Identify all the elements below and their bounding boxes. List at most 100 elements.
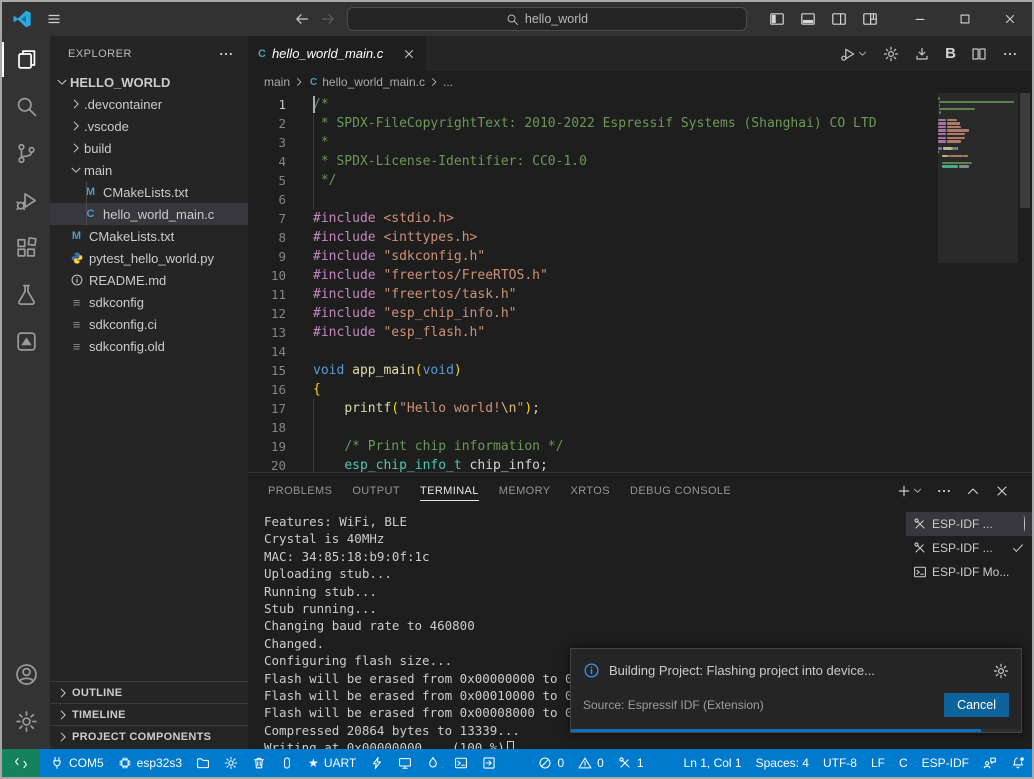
- tree-file-sdkconfig-old[interactable]: ≡sdkconfig.old: [50, 335, 248, 357]
- idf-build-button[interactable]: B: [945, 45, 956, 62]
- close-window-button[interactable]: [987, 12, 1032, 26]
- activity-run-and-debug[interactable]: [2, 177, 50, 224]
- panel-tab-terminal[interactable]: TERMINAL: [410, 473, 489, 508]
- status-problems-errors[interactable]: 0: [531, 749, 571, 777]
- activity-search[interactable]: [2, 83, 50, 130]
- code-line-8: 8#include <inttypes.h>: [248, 228, 1032, 247]
- breadcrumb-item[interactable]: hello_world_main.c: [322, 75, 425, 89]
- new-terminal-button[interactable]: [896, 483, 923, 499]
- toggle-panel-button[interactable]: [792, 11, 823, 27]
- serial-port-icon: [50, 756, 64, 770]
- section-outline[interactable]: OUTLINE: [50, 681, 248, 703]
- panel-tab-memory[interactable]: MEMORY: [489, 473, 561, 508]
- line-number: 12: [248, 304, 286, 323]
- activity-esp-idf-explorer[interactable]: [2, 318, 50, 365]
- activity-testing[interactable]: [2, 271, 50, 318]
- toggle-secondary-sidebar-button[interactable]: [823, 11, 854, 27]
- status-cursor-position[interactable]: Ln 1, Col 1: [677, 749, 749, 777]
- terminal-list-item[interactable]: ESP-IDF ...: [906, 512, 1032, 536]
- tree-file-cmakelists-txt[interactable]: MCMakeLists.txt: [50, 181, 248, 203]
- tree-file-hello-world-main-c[interactable]: Chello_world_main.c: [50, 203, 248, 225]
- tab-hello-world-main[interactable]: C hello_world_main.c: [248, 36, 426, 71]
- maximize-panel-button[interactable]: [965, 483, 981, 499]
- code-line-7: 7#include <stdio.h>: [248, 209, 1032, 228]
- indent-guide: [313, 152, 314, 171]
- tree-file-cmakelists-txt[interactable]: MCMakeLists.txt: [50, 225, 248, 247]
- status-build-flash-monitor[interactable]: [419, 749, 447, 777]
- tree-file-sdkconfig[interactable]: ≡sdkconfig: [50, 291, 248, 313]
- tree-root[interactable]: HELLO_WORLD: [50, 71, 248, 93]
- breadcrumb-item[interactable]: main: [264, 75, 290, 89]
- tree-folder-main[interactable]: main: [50, 159, 248, 181]
- new-terminal-icon: [896, 483, 912, 499]
- editor-scrollbar[interactable]: [1020, 93, 1030, 208]
- back-arrow-icon[interactable]: [294, 11, 310, 27]
- status-custom-task[interactable]: [475, 749, 503, 777]
- forward-arrow-icon[interactable]: [320, 11, 336, 27]
- toggle-primary-sidebar-button[interactable]: [761, 11, 792, 27]
- status-sdk-config-editor[interactable]: [217, 749, 245, 777]
- line-number: 11: [248, 285, 286, 304]
- breadcrumb-item[interactable]: ...: [443, 75, 453, 89]
- status-indentation[interactable]: Spaces: 4: [749, 749, 816, 777]
- status-monitor-device[interactable]: [391, 749, 419, 777]
- status-espidf-tools[interactable]: 1: [611, 749, 651, 777]
- panel-tab-xrtos[interactable]: XRTOS: [561, 473, 621, 508]
- status-erase-flash[interactable]: [273, 749, 301, 777]
- terminal-list-item[interactable]: ESP-IDF Mo...: [906, 560, 1032, 584]
- close-panel-button[interactable]: [994, 483, 1010, 499]
- status-eol[interactable]: LF: [864, 749, 892, 777]
- notification-settings-icon[interactable]: [993, 663, 1009, 679]
- close-window-icon: [1003, 12, 1017, 26]
- source-control-icon: [15, 142, 38, 165]
- status-serial-port[interactable]: COM5: [43, 749, 111, 777]
- maximize-button[interactable]: [942, 12, 987, 26]
- panel-tab-debug-console[interactable]: DEBUG CONSOLE: [620, 473, 741, 508]
- status-flash-method[interactable]: ★UART: [301, 749, 363, 777]
- menu-icon[interactable]: [46, 11, 62, 27]
- status-feedback[interactable]: [976, 749, 1004, 777]
- status-notifications-bell[interactable]: [1004, 749, 1032, 777]
- tree-file-pytest-hello-world-py[interactable]: pytest_hello_world.py: [50, 247, 248, 269]
- activity-extensions[interactable]: [2, 224, 50, 271]
- status-full-clean[interactable]: [245, 749, 273, 777]
- explorer-more-actions-icon[interactable]: [218, 46, 234, 62]
- status-remote-indicator[interactable]: [2, 749, 40, 777]
- activity-manage-settings[interactable]: [2, 698, 50, 745]
- minimap[interactable]: [938, 93, 1018, 169]
- status-workspace-folder[interactable]: [189, 749, 217, 777]
- status-language-mode[interactable]: C: [892, 749, 915, 777]
- panel-tab-output[interactable]: OUTPUT: [342, 473, 410, 508]
- status-espidf-version[interactable]: ESP-IDF: [915, 749, 976, 777]
- split-editor-button[interactable]: [971, 46, 987, 62]
- more-actions-button[interactable]: [1002, 46, 1018, 62]
- panel-tab-problems[interactable]: PROBLEMS: [258, 473, 342, 508]
- tree-file-sdkconfig-ci[interactable]: ≡sdkconfig.ci: [50, 313, 248, 335]
- status-encoding[interactable]: UTF-8: [816, 749, 864, 777]
- tree-folder-build[interactable]: build: [50, 137, 248, 159]
- activity-source-control[interactable]: [2, 130, 50, 177]
- tree-folder--devcontainer[interactable]: .devcontainer: [50, 93, 248, 115]
- idf-flash-button[interactable]: [914, 46, 930, 62]
- close-tab-icon[interactable]: [402, 47, 416, 61]
- status-espidf-terminal[interactable]: [447, 749, 475, 777]
- command-center-search[interactable]: hello_world: [347, 7, 747, 31]
- tree-folder--vscode[interactable]: .vscode: [50, 115, 248, 137]
- run-or-debug-button[interactable]: [840, 46, 868, 62]
- code-editor[interactable]: 1/*2 * SPDX-FileCopyrightText: 2010-2022…: [248, 93, 1032, 472]
- idf-menuconfig-button[interactable]: [883, 46, 899, 62]
- status-problems-warnings[interactable]: 0: [571, 749, 611, 777]
- cancel-button[interactable]: Cancel: [944, 693, 1009, 717]
- terminal-list-item[interactable]: ESP-IDF ...: [906, 536, 1032, 560]
- section-timeline[interactable]: TIMELINE: [50, 703, 248, 725]
- activity-explorer[interactable]: [2, 36, 50, 83]
- activity-accounts[interactable]: [2, 651, 50, 698]
- tree-file-readme-md[interactable]: README.md: [50, 269, 248, 291]
- section-project-components[interactable]: PROJECT COMPONENTS: [50, 725, 248, 747]
- status-flash-device[interactable]: [363, 749, 391, 777]
- minimize-button[interactable]: [897, 12, 942, 26]
- status-device-target[interactable]: esp32s3: [111, 749, 189, 777]
- code-text: #include "freertos/FreeRTOS.h": [286, 266, 548, 285]
- customize-layout-button[interactable]: [854, 11, 885, 27]
- more-panel-actions-button[interactable]: [936, 483, 952, 499]
